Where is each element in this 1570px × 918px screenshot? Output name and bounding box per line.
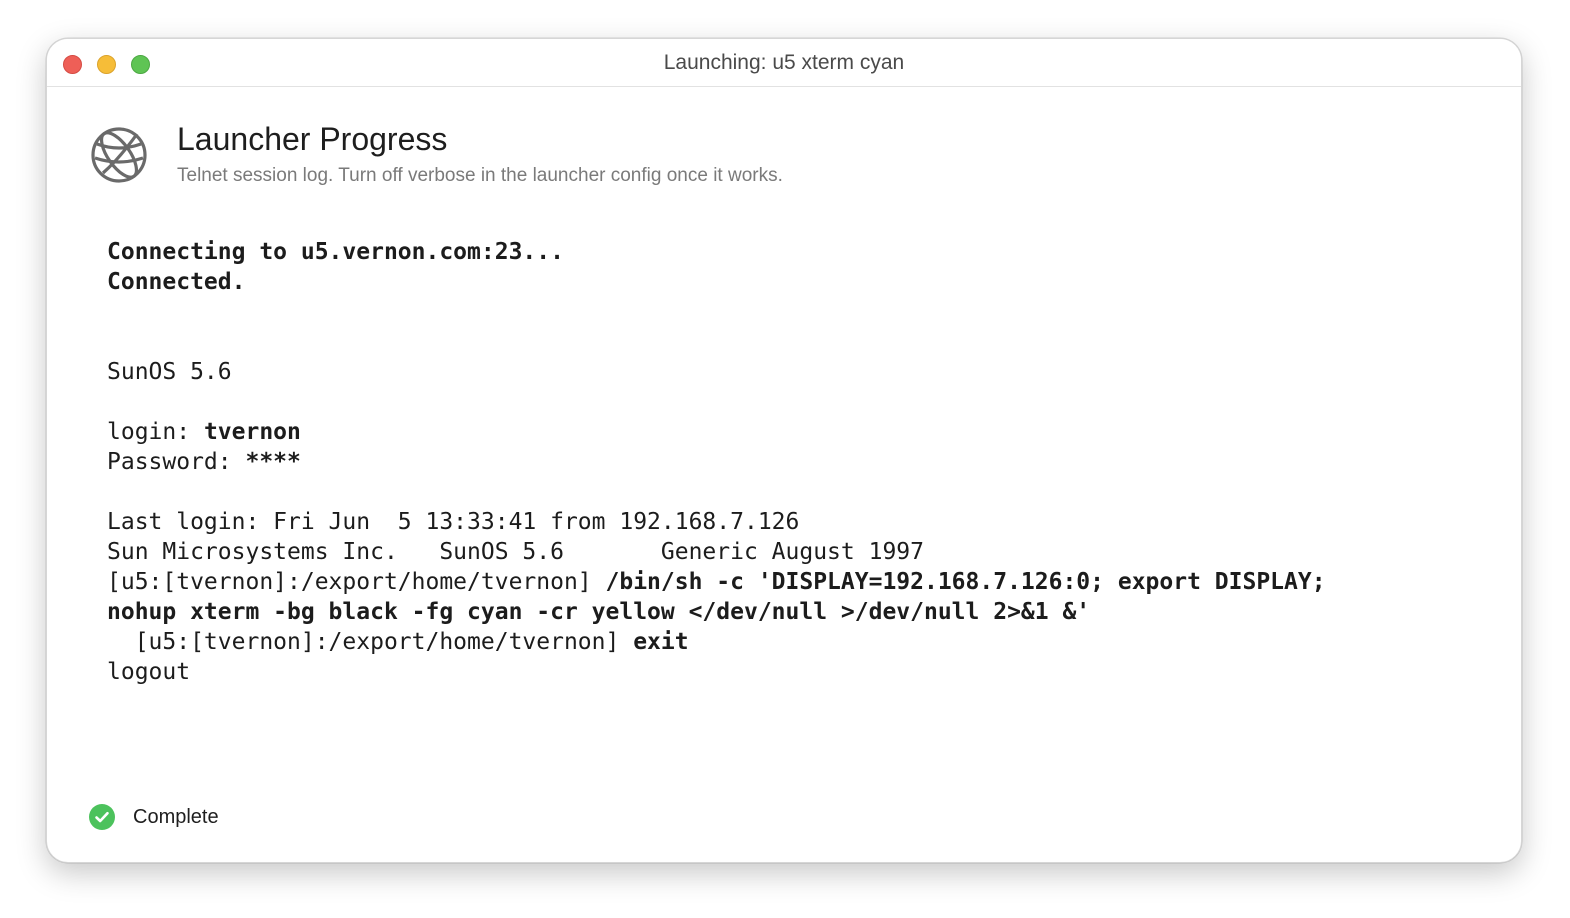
- status-bar: Complete: [89, 803, 219, 831]
- log-line: Password: ****: [107, 447, 1497, 477]
- log-line: SunOS 5.6: [107, 357, 1497, 387]
- log-text: login:: [107, 419, 204, 445]
- log-text: [u5:[tvernon]:/export/home/tvernon]: [107, 629, 634, 655]
- log-command: Connected.: [107, 269, 246, 295]
- window-title: Launching: u5 xterm cyan: [663, 51, 905, 74]
- log-line: Connecting to u5.vernon.com:23...: [107, 237, 1497, 267]
- page-subtitle: Telnet session log. Turn off verbose in …: [177, 165, 783, 186]
- log-line: nohup xterm -bg black -fg cyan -cr yello…: [107, 597, 1497, 627]
- log-text: Last login: Fri Jun 5 13:33:41 from 192.…: [107, 509, 800, 535]
- log-command: ****: [245, 449, 301, 475]
- log-line: login: tvernon: [107, 417, 1497, 447]
- log-line: [u5:[tvernon]:/export/home/tvernon] /bin…: [107, 567, 1497, 597]
- log-text: Sun Microsystems Inc. SunOS 5.6 Generic …: [107, 539, 924, 565]
- log-command: exit: [633, 629, 689, 655]
- log-command: nohup xterm -bg black -fg cyan -cr yello…: [107, 599, 1091, 625]
- log-line: Connected.: [107, 267, 1497, 297]
- log-line: Sun Microsystems Inc. SunOS 5.6 Generic …: [107, 537, 1497, 567]
- globe-icon: [91, 127, 147, 183]
- log-text: [u5:[tvernon]:/export/home/tvernon]: [107, 569, 606, 595]
- log-line: [u5:[tvernon]:/export/home/tvernon] exit: [107, 627, 1497, 657]
- log-line: Last login: Fri Jun 5 13:33:41 from 192.…: [107, 507, 1497, 537]
- status-text: Complete: [133, 805, 219, 828]
- log-text: SunOS 5.6: [107, 359, 232, 385]
- checkmark-circle-icon: [89, 804, 115, 830]
- title-bar: Launching: u5 xterm cyan: [47, 39, 1521, 87]
- launcher-window: Launching: u5 xterm cyan Launcher Progre…: [46, 38, 1522, 863]
- log-line: logout: [107, 657, 1497, 687]
- log-command: Connecting to u5.vernon.com:23...: [107, 239, 564, 265]
- page-title: Launcher Progress: [177, 121, 448, 157]
- log-text: Password:: [107, 449, 246, 475]
- log-command: tvernon: [203, 419, 301, 445]
- session-log: Connecting to u5.vernon.com:23... Connect…: [107, 237, 1497, 687]
- log-text: logout: [107, 659, 191, 685]
- log-command: /bin/sh -c 'DISPLAY=192.168.7.126:0; exp…: [605, 569, 1326, 595]
